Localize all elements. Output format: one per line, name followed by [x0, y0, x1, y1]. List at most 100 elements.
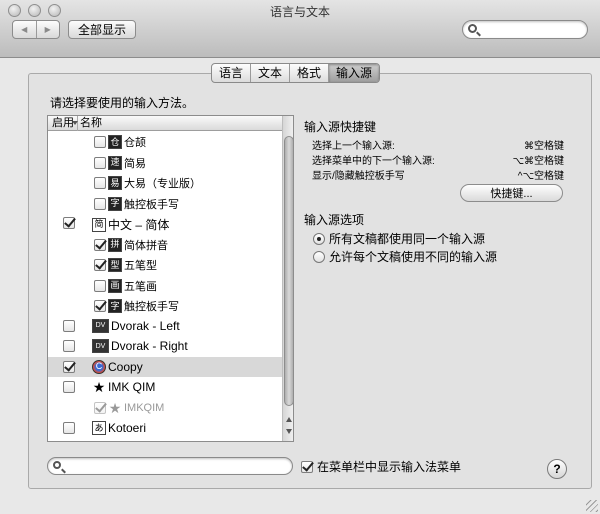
show-input-menu-checkbox[interactable] [301, 460, 313, 473]
input-source-list: 启用 名称 仓仓颉速简易易大易（专业版）字触控板手写简中文 – 简体拼简体拼音型… [47, 115, 294, 442]
shortcut-key: ^⌥空格键 [517, 171, 564, 182]
input-source: 简中文 – 简体 [92, 216, 169, 233]
input-source: 速简易 [94, 155, 146, 171]
enable-checkbox[interactable] [63, 360, 75, 373]
list-item[interactable]: ★ IMKQIM [48, 398, 282, 419]
input-method-icon: C [92, 359, 106, 374]
list-item[interactable]: 仓仓颉 [48, 131, 282, 152]
mode-checkbox[interactable] [94, 279, 106, 292]
mode-checkbox[interactable] [94, 197, 106, 210]
preferences-search-field[interactable] [462, 20, 588, 39]
input-source-label: IMK QIM [108, 380, 156, 394]
mode-checkbox[interactable] [94, 259, 106, 271]
enable-checkbox[interactable] [63, 319, 75, 332]
list-item[interactable]: ★ IMK QIM [48, 377, 282, 398]
shortcut-row: 选择菜单中的下一个输入源: ⌥⌘空格键 [312, 152, 564, 167]
mode-checkbox[interactable] [94, 156, 106, 169]
column-header-name[interactable]: 名称 [80, 116, 102, 130]
input-source-label: 五笔画 [124, 280, 157, 293]
input-source: 字触控板手写 [94, 196, 179, 212]
input-method-icon: あ [92, 421, 106, 435]
input-source: C Coopy [92, 359, 143, 374]
radio-label: 允许每个文稿使用不同的输入源 [329, 250, 498, 264]
input-source-label: 仓颉 [124, 137, 146, 149]
enable-checkbox[interactable] [63, 381, 75, 393]
mode-checkbox[interactable] [94, 238, 106, 251]
input-source-label: 中文 – 简体 [108, 218, 170, 232]
list-item[interactable]: 字触控板手写 [48, 295, 282, 316]
list-item[interactable]: 拼简体拼音 [48, 234, 282, 255]
keyboard-shortcuts-button[interactable]: 快捷键... [460, 184, 563, 202]
input-method-icon: 字 [108, 299, 122, 313]
radio-button-selected[interactable] [313, 232, 325, 245]
input-method-icon: ★ [108, 399, 122, 416]
input-method-icon: 速 [108, 155, 122, 170]
input-method-icon: 仓 [108, 135, 122, 149]
mode-checkbox[interactable] [94, 300, 106, 312]
input-source: 型五笔型 [94, 257, 157, 273]
list-item[interactable]: DV Dvorak - Left [48, 316, 282, 337]
list-item[interactable]: C Coopy [48, 356, 282, 377]
input-source-label: 触控板手写 [124, 198, 179, 211]
show-input-menu-toggle[interactable]: 在菜单栏中显示输入法菜单 [301, 458, 461, 475]
list-item[interactable]: 易大易（专业版） [48, 172, 282, 193]
show-input-menu-label: 在菜单栏中显示输入法菜单 [317, 460, 462, 474]
input-source: ★ IMKQIM [94, 401, 164, 415]
tab-text[interactable]: 文本 [250, 64, 289, 82]
shortcut-row: 选择上一个输入源: ⌘空格键 [312, 137, 564, 152]
enable-checkbox[interactable] [63, 217, 75, 229]
search-icon [53, 461, 61, 469]
input-source: 易大易（专业版） [94, 175, 201, 191]
list-item[interactable]: 画五笔画 [48, 275, 282, 296]
input-source-search-field[interactable] [47, 457, 293, 475]
radio-per-document-source[interactable]: 允许每个文稿使用不同的输入源 [313, 248, 497, 265]
list-scrollbar[interactable] [282, 116, 293, 441]
shortcut-label: 选择上一个输入源: [312, 141, 395, 152]
mode-checkbox[interactable] [94, 177, 106, 189]
show-all-button[interactable]: 全部显示 [68, 20, 136, 39]
preferences-search-input[interactable] [482, 23, 581, 36]
input-source-label: 简易 [124, 157, 146, 170]
input-method-icon: 型 [108, 258, 122, 272]
mode-checkbox[interactable] [94, 136, 106, 148]
search-icon [468, 24, 477, 33]
scroll-up-arrow-icon[interactable] [286, 417, 292, 422]
scrollbar-thumb[interactable] [284, 136, 293, 406]
resize-grip-icon[interactable] [586, 500, 598, 512]
list-item[interactable]: 速简易 [48, 152, 282, 173]
input-source: 仓仓颉 [94, 134, 146, 150]
tab-language[interactable]: 语言 [212, 64, 250, 82]
title-bar: 语言与文本 ◀ ▶ 全部显示 [0, 0, 600, 58]
list-item[interactable]: 字触控板手写 [48, 193, 282, 214]
radio-button[interactable] [313, 250, 325, 263]
back-arrow-icon[interactable]: ◀ [13, 21, 36, 38]
forward-arrow-icon[interactable]: ▶ [35, 21, 60, 38]
enable-checkbox[interactable] [63, 422, 75, 434]
instruction-text: 请选择要使用的输入方法。 [50, 96, 195, 110]
radio-same-source[interactable]: 所有文稿都使用同一个输入源 [313, 230, 485, 247]
input-method-icon: DV [92, 318, 109, 333]
enable-checkbox[interactable] [63, 340, 75, 352]
tab-formats[interactable]: 格式 [289, 64, 328, 82]
shortcut-label: 显示/隐藏触控板手写 [312, 171, 405, 182]
input-source-label: Dvorak - Left [111, 318, 180, 333]
list-item[interactable]: あ Kotoeri [48, 418, 282, 439]
scroll-down-arrow-icon[interactable] [286, 429, 292, 434]
radio-label: 所有文稿都使用同一个输入源 [329, 232, 486, 246]
list-item[interactable]: 简中文 – 简体 [48, 213, 282, 234]
list-item[interactable]: 型五笔型 [48, 254, 282, 275]
input-source: 字触控板手写 [94, 298, 179, 314]
mode-checkbox[interactable] [94, 401, 106, 414]
help-button[interactable]: ? [547, 459, 567, 479]
input-source-label: Dvorak - Right [111, 339, 188, 353]
column-header-enabled[interactable]: 启用 [48, 116, 78, 131]
input-source: 拼简体拼音 [94, 237, 168, 253]
tab-input-sources[interactable]: 输入源 [328, 64, 380, 82]
input-source: あ Kotoeri [92, 421, 146, 435]
list-item[interactable]: DV Dvorak - Right [48, 336, 282, 357]
shortcut-label: 选择菜单中的下一个输入源: [312, 156, 435, 167]
input-method-icon: 拼 [108, 237, 122, 252]
shortcut-row: 显示/隐藏触控板手写 ^⌥空格键 [312, 167, 564, 182]
window-title: 语言与文本 [269, 5, 330, 19]
input-source-search-input[interactable] [67, 460, 286, 473]
